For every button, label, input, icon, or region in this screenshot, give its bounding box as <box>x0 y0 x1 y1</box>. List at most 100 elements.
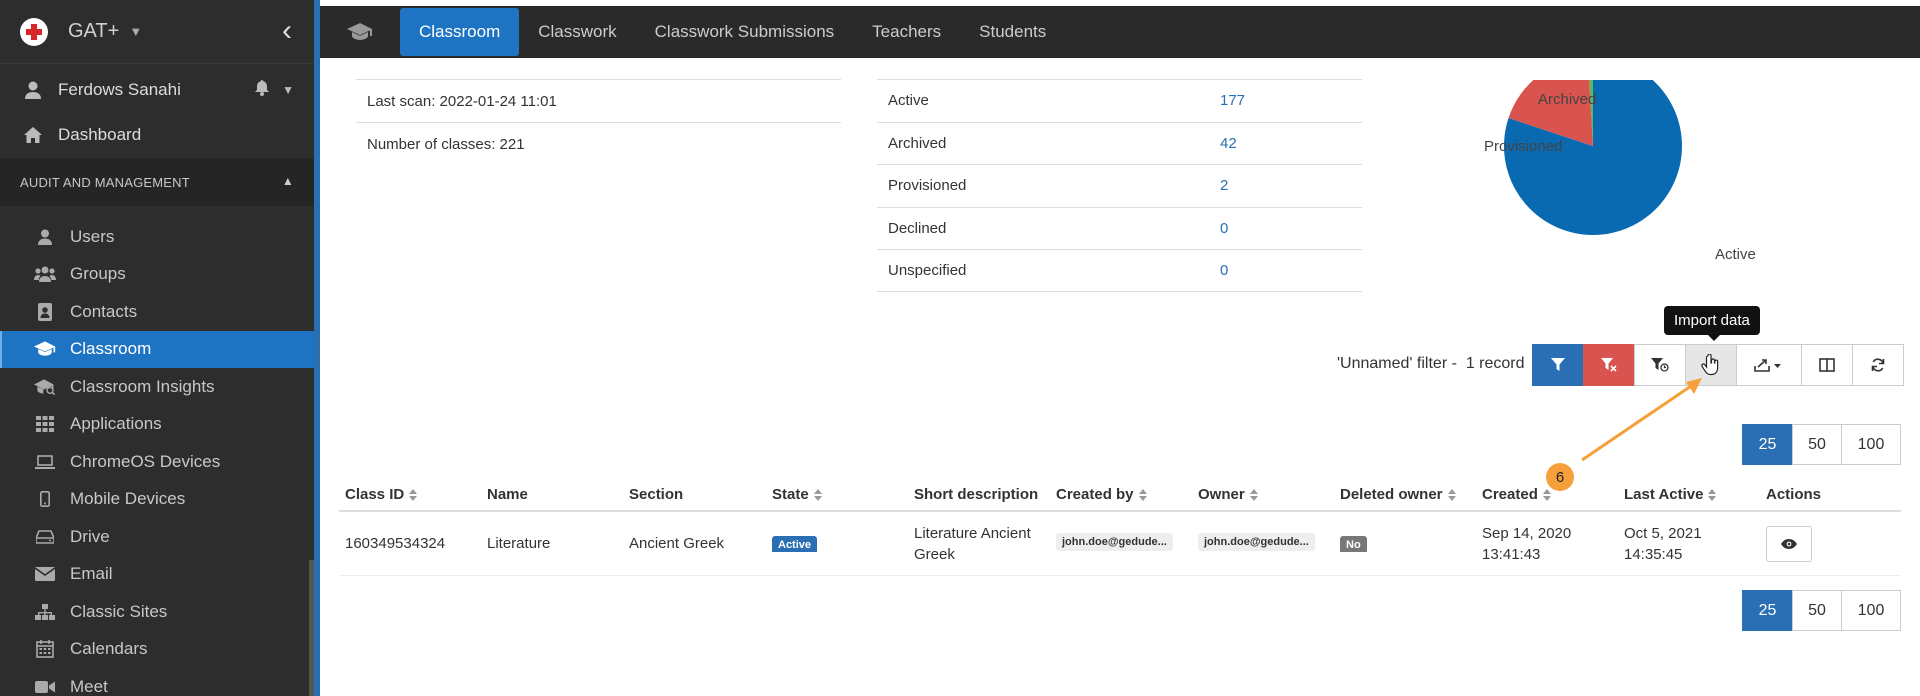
sidebar-item-applications[interactable]: Applications <box>0 406 314 444</box>
column-header-class-id[interactable]: Class ID <box>339 486 481 503</box>
state-pie-chart: Archived Provisioned Active <box>1460 57 1760 280</box>
tab-teachers[interactable]: Teachers <box>853 8 960 56</box>
refresh-icon <box>1871 358 1885 372</box>
sort-icon[interactable] <box>1708 488 1717 501</box>
cell-created-by: john.doe@gedude... <box>1050 532 1192 555</box>
page-size-50[interactable]: 50 <box>1792 424 1842 465</box>
sidebar-item-contacts[interactable]: Contacts <box>0 293 314 331</box>
state-row-archived: Archived 42 <box>877 121 1362 165</box>
column-header-actions: Actions <box>1760 486 1901 503</box>
sitemap-icon <box>34 603 56 620</box>
refresh-button[interactable] <box>1852 344 1904 386</box>
cell-deleted-owner: No <box>1334 535 1476 552</box>
view-button[interactable] <box>1766 525 1812 562</box>
bell-icon[interactable] <box>255 80 269 101</box>
page-size-100[interactable]: 100 <box>1841 590 1901 631</box>
tab-classwork-submissions[interactable]: Classwork Submissions <box>636 8 854 56</box>
column-header-label: Owner <box>1198 485 1245 503</box>
column-header-created-by[interactable]: Created by <box>1050 486 1192 503</box>
tab-classwork[interactable]: Classwork <box>519 8 635 56</box>
sidebar-item-classroom-insights[interactable]: Classroom Insights <box>0 368 314 406</box>
state-count[interactable]: 0 <box>1220 220 1228 237</box>
sidebar-item-label: Calendars <box>70 639 148 659</box>
sidebar-item-dashboard[interactable]: Dashboard <box>0 116 314 154</box>
sidebar-item-drive[interactable]: Drive <box>0 518 314 556</box>
record-count: 1 record <box>1465 355 1525 372</box>
filter-name: 'Unnamed' filter - <box>1337 355 1457 372</box>
created-by-chip[interactable]: john.doe@gedude... <box>1056 532 1173 551</box>
user-icon <box>34 229 56 245</box>
state-count[interactable]: 0 <box>1220 262 1228 279</box>
column-header-last-active[interactable]: Last Active <box>1618 486 1760 503</box>
state-label: Active <box>888 92 929 110</box>
sort-icon[interactable] <box>1249 488 1259 501</box>
cell-owner: john.doe@gedude... <box>1192 532 1334 555</box>
home-icon <box>22 127 44 143</box>
sort-icon[interactable] <box>409 488 418 501</box>
summary-table: Last scan: 2022-01-24 11:01 Number of cl… <box>356 79 841 165</box>
cell-class-id: 160349534324 <box>345 535 446 552</box>
sort-icon[interactable] <box>1542 488 1552 501</box>
page-size-bottom: 25 50 100 <box>1742 590 1901 631</box>
last-scan: Last scan: 2022-01-24 11:01 <box>356 79 841 122</box>
user-menu[interactable]: Ferdows Sanahi ▼ <box>0 64 314 116</box>
column-header-deleted-owner[interactable]: Deleted owner <box>1334 486 1476 503</box>
column-header-created[interactable]: Created <box>1476 486 1618 503</box>
sort-icon[interactable] <box>1138 488 1148 501</box>
column-header-label: Actions <box>1766 485 1822 503</box>
column-header-label: Deleted owner <box>1340 485 1443 503</box>
table-row[interactable]: 160349534324 Literature Ancient Greek Ac… <box>339 512 1901 576</box>
sidebar-item-classic-sites[interactable]: Classic Sites <box>0 593 314 631</box>
state-count[interactable]: 177 <box>1220 92 1245 109</box>
groups-icon <box>34 266 56 283</box>
laptop-icon <box>34 454 56 469</box>
tab-students[interactable]: Students <box>960 8 1065 56</box>
sidebar-item-users[interactable]: Users <box>0 218 314 256</box>
page-size-100[interactable]: 100 <box>1841 424 1901 465</box>
column-header-label: Short description <box>914 485 1039 503</box>
caret-up-icon: ▲ <box>281 174 294 188</box>
brand-header[interactable]: GAT+ ▼ ‹ <box>0 0 314 64</box>
sidebar: GAT+ ▼ ‹ Ferdows Sanahi ▼ Dashboard AUDI… <box>0 0 314 696</box>
owner-chip[interactable]: john.doe@gedude... <box>1198 532 1315 551</box>
brand-name: GAT+ <box>68 20 120 42</box>
brand-caret-icon[interactable]: ▼ <box>129 24 142 39</box>
user-caret-icon[interactable]: ▼ <box>282 83 294 97</box>
pie-label-active: Active <box>1715 246 1756 263</box>
page-size-25[interactable]: 25 <box>1742 590 1793 631</box>
pie-label-provisioned: Provisioned <box>1484 138 1563 155</box>
sidebar-item-email[interactable]: Email <box>0 556 314 594</box>
sidebar-item-calendars[interactable]: Calendars <box>0 631 314 669</box>
sort-icon[interactable] <box>813 488 823 501</box>
column-header-section: Section <box>623 486 766 503</box>
sidebar-item-classroom[interactable]: Classroom <box>0 330 314 368</box>
column-header-owner[interactable]: Owner <box>1192 486 1334 503</box>
sidebar-item-label: Drive <box>70 526 110 546</box>
classroom-insights-icon <box>34 378 56 396</box>
sidebar-item-meet[interactable]: Meet <box>0 668 314 696</box>
collapse-sidebar-icon[interactable]: ‹ <box>282 16 292 46</box>
state-label: Provisioned <box>888 177 967 195</box>
sidebar-item-chromeos-devices[interactable]: ChromeOS Devices <box>0 443 314 481</box>
state-count[interactable]: 2 <box>1220 177 1228 194</box>
sidebar-item-groups[interactable]: Groups <box>0 256 314 294</box>
tab-list: Classroom Classwork Classwork Submissions T… <box>400 8 1065 56</box>
drive-icon <box>34 529 56 544</box>
top-navbar: Classroom Classwork Classwork Submissions T… <box>320 6 1920 58</box>
columns-icon <box>1819 358 1835 372</box>
cell-name: Literature <box>487 535 551 552</box>
sidebar-item-mobile-devices[interactable]: Mobile Devices <box>0 481 314 519</box>
columns-button[interactable] <box>1801 344 1853 386</box>
page-size-50[interactable]: 50 <box>1792 590 1842 631</box>
page-size-25[interactable]: 25 <box>1742 424 1793 465</box>
column-header-label: Section <box>629 485 684 503</box>
tab-classroom[interactable]: Classroom <box>400 8 520 56</box>
column-header-state[interactable]: State <box>766 486 908 503</box>
sidebar-item-label: Classroom <box>70 339 152 359</box>
export-dropdown-button[interactable] <box>1736 344 1802 386</box>
state-count[interactable]: 42 <box>1220 135 1237 152</box>
sidebar-section-audit[interactable]: AUDIT AND MANAGEMENT ▲ <box>0 158 314 206</box>
column-header-name: Name <box>481 486 623 503</box>
sort-icon[interactable] <box>1447 488 1457 501</box>
user-name: Ferdows Sanahi <box>58 80 181 99</box>
